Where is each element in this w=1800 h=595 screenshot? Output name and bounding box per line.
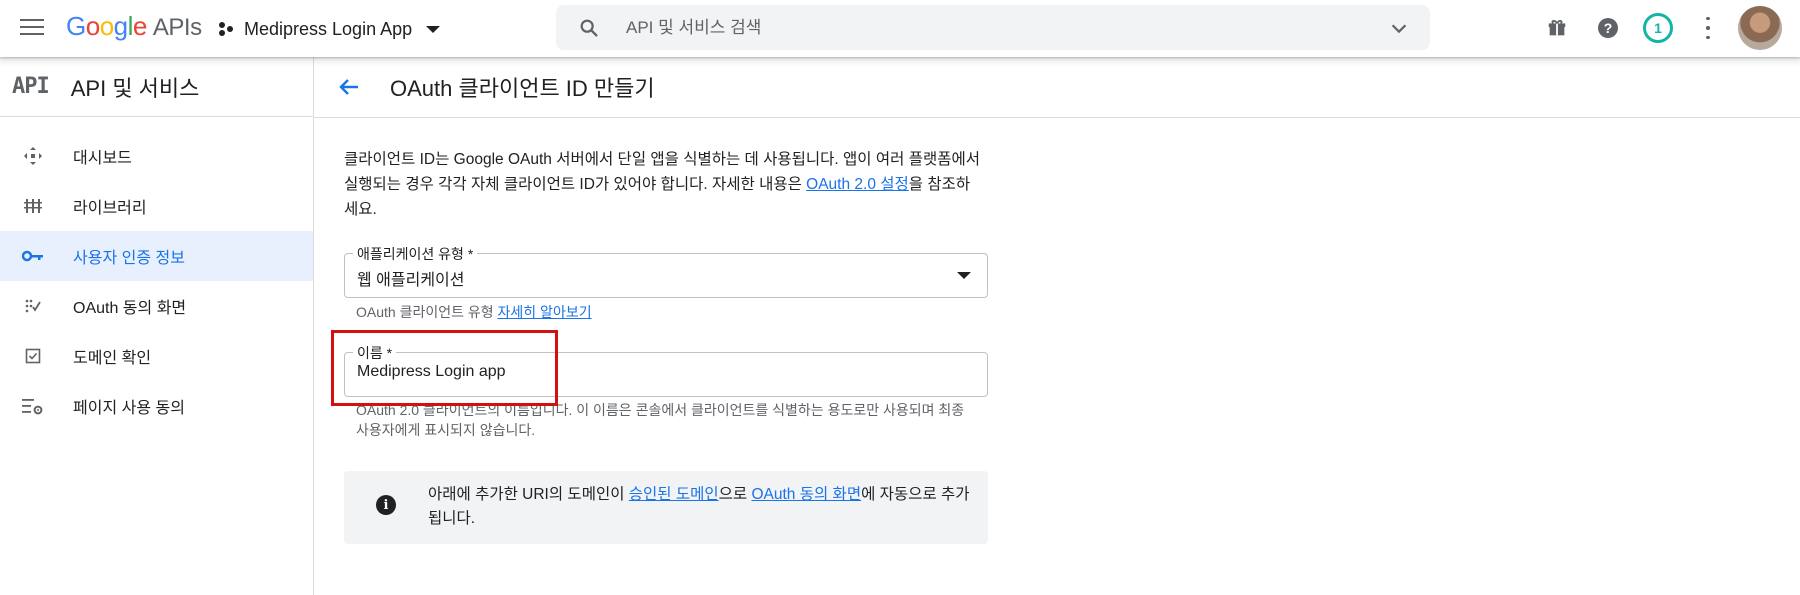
sidebar-item-oauth-consent[interactable]: OAuth 동의 화면 bbox=[0, 281, 313, 331]
search-icon bbox=[578, 17, 600, 39]
avatar[interactable] bbox=[1738, 6, 1782, 50]
sidebar-item-page-usage-agreements[interactable]: 페이지 사용 동의 bbox=[0, 381, 313, 431]
sidebar-item-label: 도메인 확인 bbox=[73, 350, 152, 367]
authorized-domains-link[interactable]: 승인된 도메인 bbox=[629, 486, 719, 503]
help-icon[interactable]: ? bbox=[1594, 14, 1622, 42]
notification-icon[interactable]: 1 bbox=[1642, 12, 1674, 44]
sidebar-item-label: 대시보드 bbox=[73, 150, 132, 167]
gift-icon[interactable] bbox=[1543, 14, 1571, 42]
dashboard-icon bbox=[22, 145, 44, 167]
library-icon bbox=[22, 195, 44, 217]
info-box: i 아래에 추가한 URI의 도메인이 승인된 도메인으로 OAuth 동의 화… bbox=[344, 471, 988, 544]
sidebar-item-label: 사용자 인증 정보 bbox=[73, 250, 185, 267]
sidebar-title: API 및 서비스 bbox=[70, 75, 200, 101]
api-logo-icon: API bbox=[12, 74, 50, 99]
application-type-label: 애플리케이션 유형 * bbox=[353, 244, 478, 264]
page-title: OAuth 클라이언트 ID 만들기 bbox=[390, 76, 655, 101]
key-icon bbox=[22, 245, 44, 267]
sidebar-item-library[interactable]: 라이브러리 bbox=[0, 181, 313, 231]
project-selector[interactable]: Medipress Login App bbox=[218, 14, 441, 44]
google-wordmark: Google bbox=[66, 11, 147, 41]
settings-list-icon bbox=[22, 395, 44, 417]
info-text-part: 으로 bbox=[718, 486, 752, 503]
back-arrow-icon[interactable] bbox=[334, 72, 364, 102]
sidebar-item-label: 페이지 사용 동의 bbox=[73, 400, 185, 417]
name-hint: OAuth 2.0 클라이언트의 이름입니다. 이 이름은 콘솔에서 클라이언트… bbox=[356, 402, 965, 438]
info-icon: i bbox=[376, 495, 396, 515]
project-icon bbox=[218, 21, 234, 37]
description: 클라이언트 ID는 Google OAuth 서버에서 단일 앱을 식별하는 데… bbox=[344, 147, 984, 222]
application-type-value: 웹 애플리케이션 bbox=[357, 272, 465, 289]
name-field[interactable]: 이름 * bbox=[344, 343, 988, 397]
name-label: 이름 * bbox=[353, 343, 397, 363]
search-bar[interactable] bbox=[556, 5, 1430, 50]
sidebar-item-domain-verification[interactable]: 도메인 확인 bbox=[0, 331, 313, 381]
page-header: OAuth 클라이언트 ID 만들기 bbox=[314, 57, 1800, 118]
sidebar-item-dashboard[interactable]: 대시보드 bbox=[0, 131, 313, 181]
google-apis-logo[interactable]: Google APIs bbox=[66, 11, 202, 42]
sidebar-item-label: 라이브러리 bbox=[73, 200, 147, 217]
application-type-hint: OAuth 클라이언트 유형 자세히 알아보기 bbox=[356, 302, 966, 322]
dropdown-arrow-icon bbox=[957, 272, 971, 279]
chevron-down-icon bbox=[426, 25, 441, 33]
apis-wordmark: APIs bbox=[152, 14, 202, 41]
project-name: Medipress Login App bbox=[244, 18, 413, 39]
checkbox-icon bbox=[22, 345, 44, 367]
main-content: OAuth 클라이언트 ID 만들기 클라이언트 ID는 Google OAut… bbox=[314, 57, 1800, 595]
sidebar-header: API API 및 서비스 bbox=[0, 57, 313, 117]
notification-count: 1 bbox=[1643, 13, 1673, 43]
more-vert-icon[interactable] bbox=[1694, 14, 1722, 42]
application-type-select[interactable]: 애플리케이션 유형 * 웹 애플리케이션 bbox=[344, 244, 988, 298]
oauth-settings-link[interactable]: OAuth 2.0 설정 bbox=[806, 176, 909, 193]
sidebar-nav: 대시보드 라이브러리 사용자 인증 정보 OAuth 동의 화면 도메인 확인 bbox=[0, 131, 313, 431]
learn-more-link[interactable]: 자세히 알아보기 bbox=[498, 304, 592, 320]
sidebar-item-credentials[interactable]: 사용자 인증 정보 bbox=[0, 231, 313, 281]
description-text: 클라이언트 ID는 Google OAuth 서버에서 단일 앱을 식별하는 데… bbox=[344, 147, 984, 222]
menu-icon[interactable] bbox=[18, 14, 46, 42]
info-text: 아래에 추가한 URI의 도메인이 승인된 도메인으로 OAuth 동의 화면에… bbox=[428, 483, 976, 531]
name-input[interactable] bbox=[357, 363, 957, 381]
info-text-part: 아래에 추가한 URI의 도메인이 bbox=[428, 486, 629, 503]
top-bar: GoogleAPIs Medipress Login App ? 1 bbox=[0, 0, 1800, 57]
hint-text: OAuth 클라이언트 유형 bbox=[356, 304, 498, 320]
oauth-consent-screen-link[interactable]: OAuth 동의 화면 bbox=[751, 486, 861, 503]
sidebar-item-label: OAuth 동의 화면 bbox=[73, 300, 187, 317]
sidebar: API API 및 서비스 대시보드 라이브러리 사용자 인증 정보 OAuth… bbox=[0, 57, 314, 595]
search-expand-chevron-icon[interactable] bbox=[1388, 17, 1410, 39]
search-input[interactable] bbox=[626, 17, 1366, 38]
consent-icon bbox=[22, 295, 44, 317]
